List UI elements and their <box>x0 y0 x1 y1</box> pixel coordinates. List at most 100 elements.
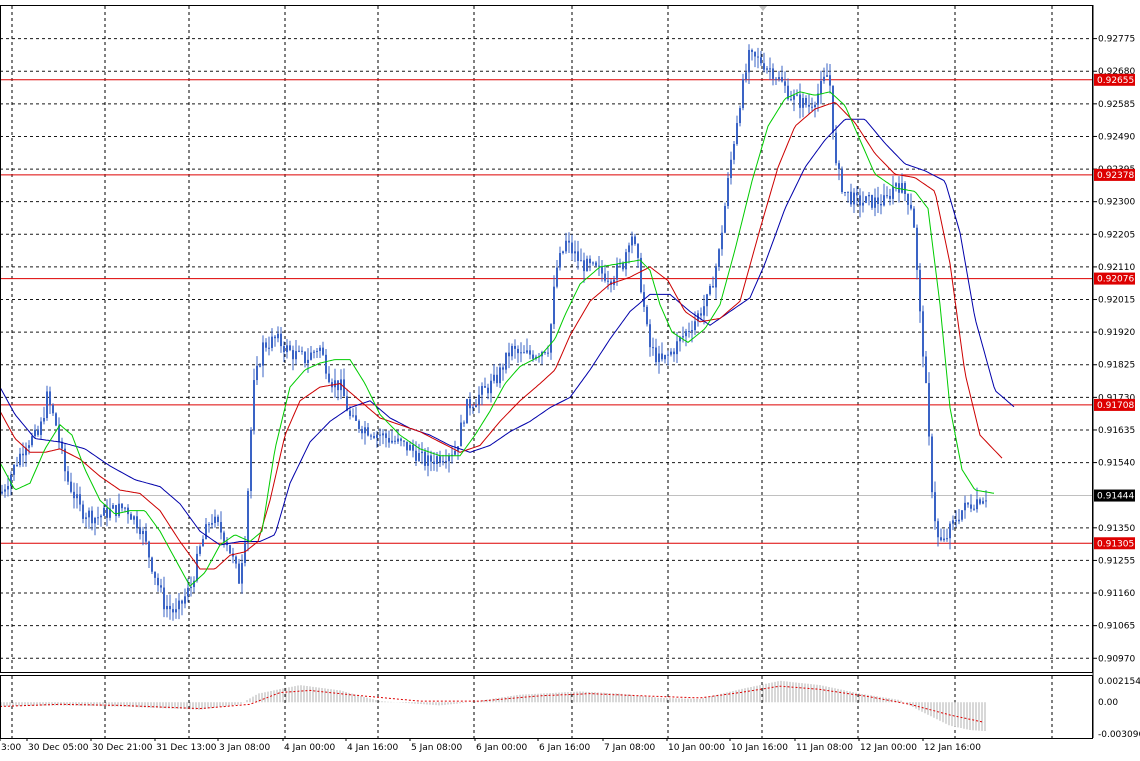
candle-body <box>895 183 897 187</box>
candle-body <box>322 347 324 355</box>
candle-body <box>112 505 114 509</box>
candle-body <box>907 193 909 205</box>
chart-shift-marker <box>759 6 767 11</box>
candle-body <box>28 445 30 448</box>
time-tick-label: 6 Jan 00:00 <box>476 743 528 753</box>
candle-body <box>157 577 159 586</box>
candle-body <box>313 351 315 353</box>
candle-body <box>505 352 507 370</box>
candle-body <box>721 232 723 250</box>
candle-body <box>163 587 165 610</box>
candle-body <box>517 348 519 354</box>
candle-body <box>655 347 657 363</box>
candle-body <box>829 75 831 86</box>
candle-body <box>604 273 606 281</box>
time-tick-label: 30 Dec 21:00 <box>92 743 153 753</box>
candle-body <box>808 104 810 107</box>
price-axis: 0.927750.926800.925850.924900.923950.923… <box>1093 35 1135 664</box>
candle-body <box>169 605 171 610</box>
candle-body <box>46 391 48 419</box>
candle-body <box>133 516 135 520</box>
candle-body <box>985 500 987 502</box>
candle-body <box>106 507 108 518</box>
candle-body <box>16 464 18 466</box>
candle-body <box>91 510 93 524</box>
candle-body <box>202 539 204 547</box>
trading-chart[interactable]: 0.927750.926800.925850.924900.923950.923… <box>0 0 1140 757</box>
candle-body <box>493 374 495 381</box>
candle-body <box>673 351 675 355</box>
price-tick-label: 0.92300 <box>1098 198 1135 208</box>
candle-body <box>772 68 774 79</box>
candle-body <box>367 427 369 436</box>
candle-body <box>7 485 9 490</box>
candle-body <box>355 415 357 421</box>
main-panel-frame <box>0 5 1093 673</box>
price-tick-label: 0.92205 <box>1098 230 1135 240</box>
time-tick-label: 5 Jan 08:00 <box>411 743 463 753</box>
candle-body <box>742 79 744 109</box>
candle-body <box>307 359 309 364</box>
candle-body <box>937 521 939 538</box>
time-tick-label: 12 Jan 00:00 <box>860 743 917 753</box>
candle-body <box>976 499 978 510</box>
candle-body <box>334 380 336 388</box>
candle-body <box>775 78 777 80</box>
candle-body <box>568 240 570 243</box>
candle-body <box>529 350 531 355</box>
candle-body <box>634 236 636 244</box>
ma-fast-line <box>0 91 995 588</box>
candle-body <box>262 342 264 366</box>
candle-body <box>838 163 840 170</box>
candle-body <box>385 433 387 438</box>
candle-body <box>580 260 582 262</box>
candle-body <box>208 524 210 526</box>
candle-body <box>916 227 918 270</box>
candle-body <box>370 435 372 437</box>
candle-body <box>502 367 504 370</box>
candle-body <box>382 433 384 436</box>
candle-body <box>595 262 597 266</box>
candle-body <box>454 450 456 455</box>
candle-body <box>877 197 879 204</box>
candle-body <box>277 333 279 339</box>
price-tick-label: 0.91350 <box>1098 524 1135 534</box>
chart-canvas[interactable]: 0.927750.926800.925850.924900.923950.923… <box>0 0 1140 757</box>
candle-body <box>211 523 213 525</box>
candle-body <box>481 386 483 395</box>
candle-body <box>178 600 180 610</box>
candle-body <box>445 461 447 463</box>
candle-body <box>286 345 288 353</box>
candle-body <box>349 410 351 416</box>
candle-body <box>823 76 825 81</box>
price-tick-label: 0.92015 <box>1098 296 1135 306</box>
panel-frames <box>0 5 1094 739</box>
candle-body <box>67 471 69 482</box>
candle-body <box>607 280 609 282</box>
time-tick-label: 30 Dec 05:00 <box>28 743 89 753</box>
candle-body <box>256 365 258 381</box>
candle-body <box>391 440 393 443</box>
candle-body <box>628 245 630 253</box>
candle-body <box>859 195 861 206</box>
candle-body <box>499 367 501 384</box>
candle-body <box>463 422 465 424</box>
price-tick-label: 0.91825 <box>1098 361 1135 371</box>
candle-body <box>151 557 153 572</box>
candle-body <box>187 587 189 597</box>
candle-body <box>658 353 660 363</box>
candle-body <box>766 68 768 70</box>
price-tick-label: 0.91540 <box>1098 459 1135 469</box>
candle-body <box>154 571 156 578</box>
candle-body <box>205 524 207 540</box>
time-tick-label: 10 Jan 16:00 <box>731 743 788 753</box>
candle-body <box>292 350 294 360</box>
candle-body <box>901 183 903 193</box>
candle-body <box>709 286 711 295</box>
candle-body <box>145 530 147 542</box>
candle-body <box>682 336 684 338</box>
candle-body <box>553 286 555 325</box>
candle-body <box>400 438 402 441</box>
candle-body <box>181 600 183 604</box>
candle-body <box>388 437 390 443</box>
